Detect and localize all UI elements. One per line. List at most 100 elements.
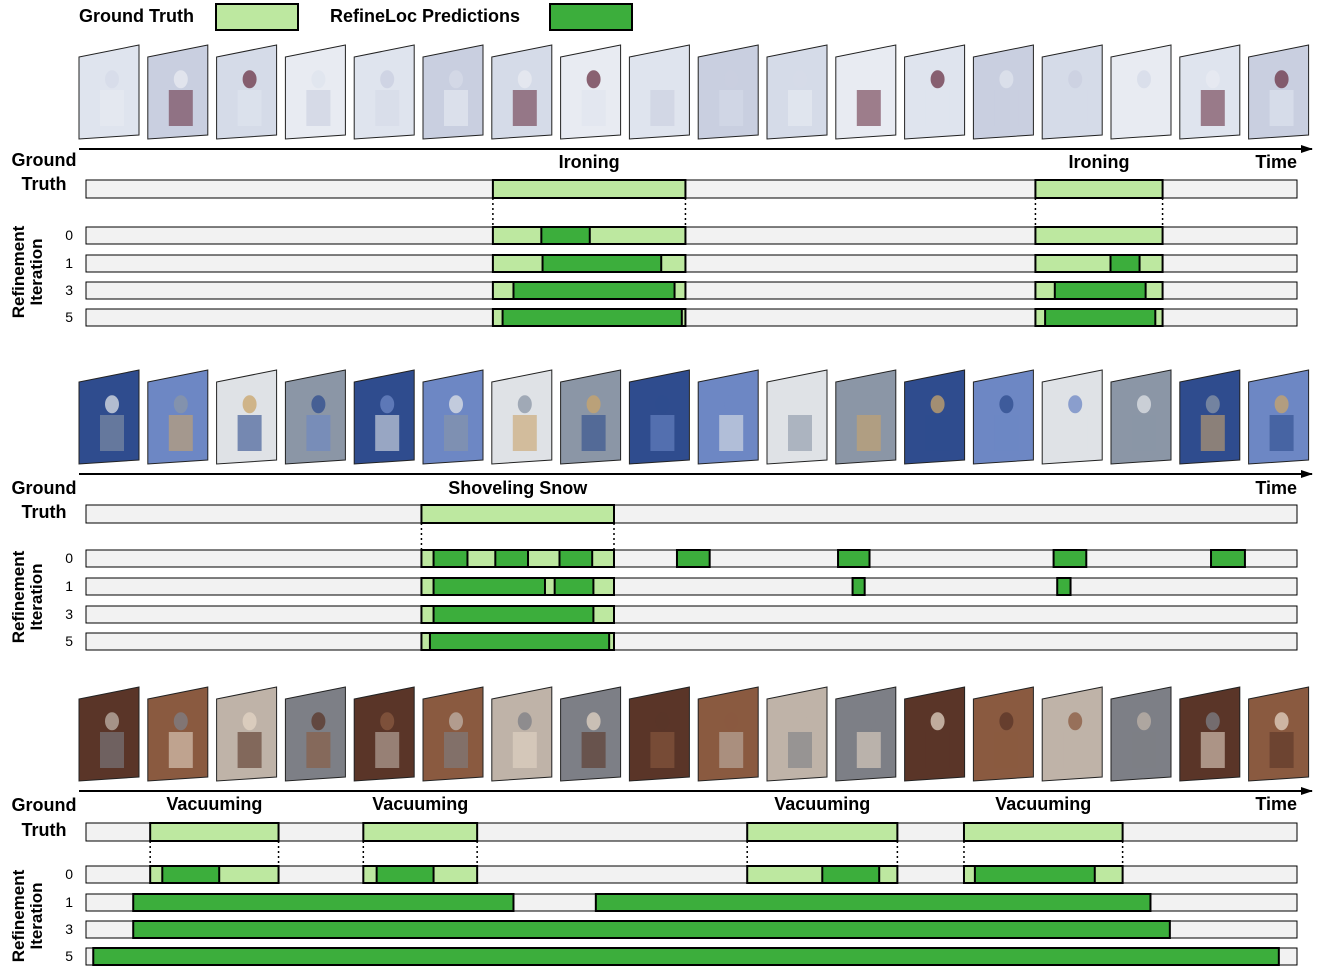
video-frame (697, 369, 759, 465)
video-frame (353, 369, 415, 465)
video-frame (422, 369, 484, 465)
ground-truth-overlay (1034, 254, 1164, 273)
prediction-segment (501, 308, 683, 327)
prediction-segment (540, 226, 591, 245)
ground-truth-row-label: Ground (12, 150, 77, 170)
legend-predictions-swatch (549, 3, 633, 31)
iteration-track (85, 577, 1298, 596)
prediction-segment (851, 577, 866, 596)
video-frame (766, 369, 828, 465)
action-label: Vacuuming (372, 794, 468, 814)
video-frame (835, 686, 897, 782)
video-frames (78, 686, 1310, 782)
prediction-segment (1052, 549, 1088, 568)
prediction-segment (375, 865, 435, 884)
ground-truth-segment (746, 822, 899, 842)
ground-truth-segment (362, 822, 479, 842)
panel-ironing: Time Ground Truth Refinement Iteration Ironin… (9, 44, 1313, 327)
ground-truth-track (85, 504, 1298, 524)
iteration-number: 0 (65, 550, 73, 566)
panel-shoveling-snow: Time Ground Truth Refinement Iteration Shovel… (9, 369, 1313, 651)
video-frame (835, 369, 897, 465)
legend-ground-truth-label: Ground Truth (79, 6, 194, 26)
video-frame (1179, 369, 1241, 465)
prediction-segment (1109, 254, 1141, 273)
prediction-segment (432, 577, 546, 596)
video-frame (904, 686, 966, 782)
video-frame (628, 44, 690, 140)
time-label: Time (1255, 794, 1297, 814)
prediction-segment (594, 893, 1152, 912)
panels: TimeGroundTruthRefinement IterationIronin… (9, 44, 1313, 966)
ground-truth-row-label: Ground (12, 795, 77, 815)
video-frame (1179, 686, 1241, 782)
svg-text:Iteration: Iteration (27, 238, 46, 305)
video-frame (972, 44, 1034, 140)
refinement-iteration-label: Refinement Iteration (9, 225, 46, 318)
video-frame (628, 686, 690, 782)
ground-truth-segment (1034, 179, 1164, 199)
video-frame (284, 686, 346, 782)
prediction-segment (1044, 308, 1157, 327)
video-frame (766, 44, 828, 140)
panel-vacuuming: Time Ground Truth Refinement Iteration Vacuum… (9, 686, 1313, 966)
svg-text:Iteration: Iteration (27, 563, 46, 630)
legend: Ground Truth RefineLoc Predictions (79, 3, 633, 31)
video-frame (972, 686, 1034, 782)
iteration-number: 1 (65, 255, 73, 271)
ground-truth-row-label: Ground (12, 478, 77, 498)
iteration-number: 0 (65, 866, 73, 882)
prediction-segment (132, 893, 515, 912)
video-frames (78, 369, 1310, 465)
video-frame (78, 44, 140, 140)
video-frame (1041, 369, 1103, 465)
iteration-number: 5 (65, 948, 73, 964)
video-frame (147, 369, 209, 465)
ground-truth-row-label: Truth (22, 174, 67, 194)
video-frame (216, 369, 278, 465)
svg-text:Refinement: Refinement (9, 869, 28, 962)
video-frame (1041, 44, 1103, 140)
iteration-number: 1 (65, 578, 73, 594)
video-frame (1248, 44, 1310, 140)
iteration-number: 0 (65, 227, 73, 243)
video-frame (560, 44, 622, 140)
video-frame (560, 686, 622, 782)
ground-truth-row-label: Truth (22, 820, 67, 840)
video-frame (1179, 44, 1241, 140)
prediction-segment (512, 281, 676, 300)
prediction-segment (1210, 549, 1246, 568)
video-frame (353, 686, 415, 782)
prediction-segment (558, 549, 594, 568)
video-frame (422, 44, 484, 140)
ground-truth-row-label: Truth (22, 502, 67, 522)
svg-text:Refinement: Refinement (9, 225, 28, 318)
prediction-segment (541, 254, 663, 273)
video-frame (1110, 369, 1172, 465)
prediction-segment (821, 865, 881, 884)
video-frame (284, 44, 346, 140)
refinement-iteration-label: Refinement Iteration (9, 869, 46, 962)
video-frame (1248, 686, 1310, 782)
video-frame (216, 44, 278, 140)
video-frame (78, 369, 140, 465)
svg-text:Iteration: Iteration (27, 882, 46, 949)
iteration-number: 5 (65, 309, 73, 325)
video-frame (1110, 44, 1172, 140)
prediction-segment (1053, 281, 1147, 300)
video-frame (904, 44, 966, 140)
action-label: Vacuuming (995, 794, 1091, 814)
video-frame (353, 44, 415, 140)
prediction-segment (132, 920, 1171, 939)
prediction-segment (553, 577, 595, 596)
video-frame (216, 686, 278, 782)
action-label: Vacuuming (166, 794, 262, 814)
ground-truth-segment (420, 504, 615, 524)
iteration-number: 3 (65, 921, 73, 937)
ground-truth-overlay (1034, 226, 1164, 245)
video-frame (1041, 686, 1103, 782)
video-frame (491, 686, 553, 782)
iteration-number: 3 (65, 606, 73, 622)
svg-text:Refinement: Refinement (9, 550, 28, 643)
video-frame (697, 686, 759, 782)
